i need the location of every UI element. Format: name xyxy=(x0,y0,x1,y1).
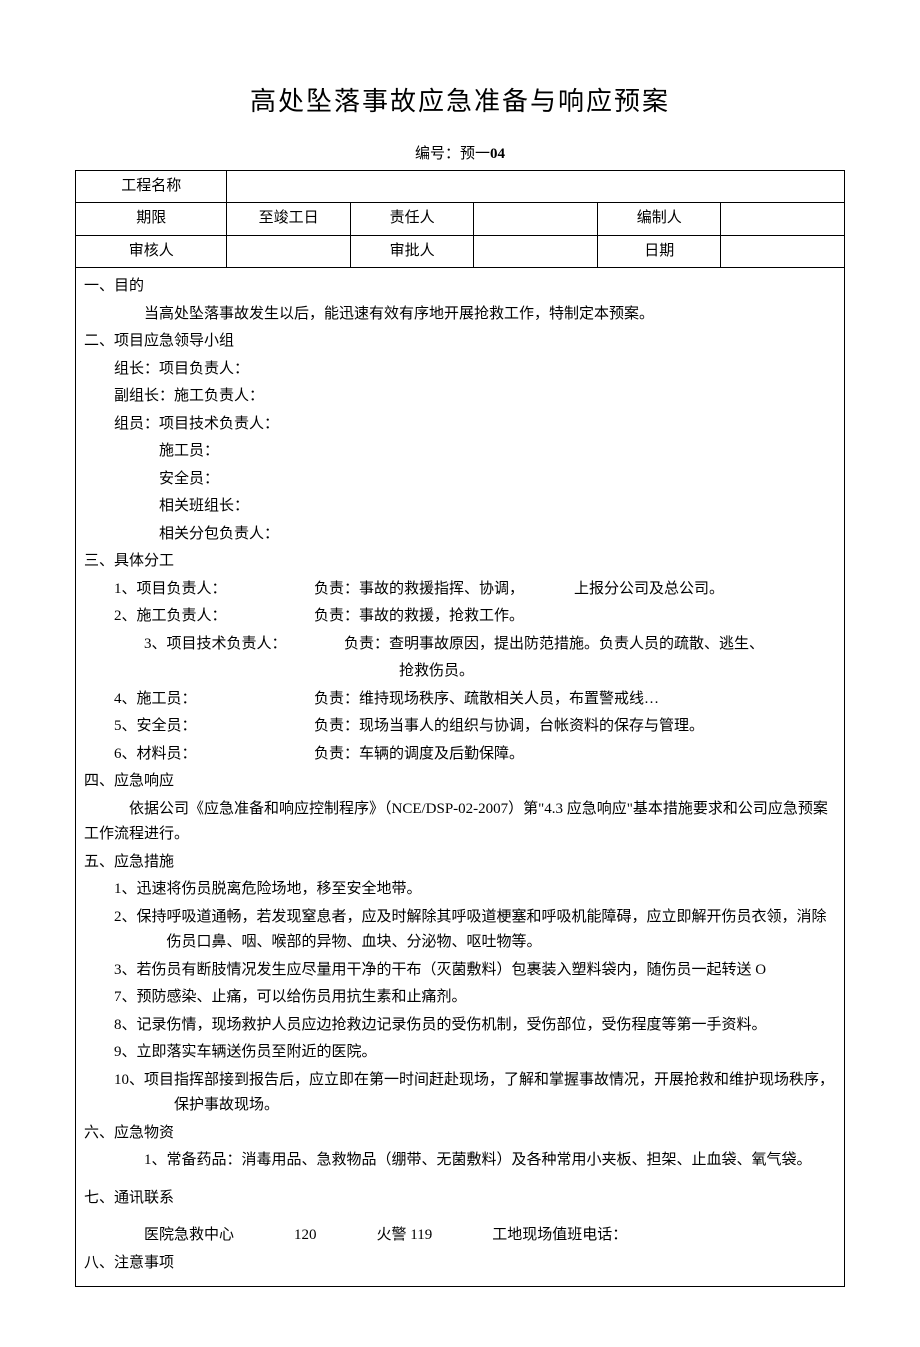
cell-approver-label: 审批人 xyxy=(350,235,474,268)
section-6-heading: 六、应急物资 xyxy=(84,1121,836,1147)
team-deputy: 副组长：施工负责人： xyxy=(84,384,836,410)
section-8-heading: 八、注意事项 xyxy=(84,1251,836,1277)
section-6-text: 1、常备药品：消毒用品、急救物品（绷带、无菌敷料）及各种常用小夹板、担架、止血袋… xyxy=(84,1148,836,1174)
document-title: 高处坠落事故应急准备与响应预案 xyxy=(75,80,845,124)
cell-period-label: 期限 xyxy=(76,203,227,236)
contact-fire: 火警 119 xyxy=(377,1223,433,1249)
table-row: 工程名称 xyxy=(76,170,845,203)
cell-date-label: 日期 xyxy=(597,235,721,268)
team-member-tech: 组员：项目技术负责人： xyxy=(84,412,836,438)
section-7-heading: 七、通讯联系 xyxy=(84,1186,836,1212)
measure-9: 9、立即落实车辆送伤员至附近的医院。 xyxy=(84,1040,836,1066)
document-number: 编号：预一04 xyxy=(75,142,845,168)
contact-hospital-number: 120 xyxy=(294,1223,317,1249)
duty-row-1: 1、项目负责人： 负责：事故的救援指挥、协调， 上报分公司及总公司。 xyxy=(84,577,836,603)
cell-approver-value xyxy=(474,235,598,268)
section-1-text: 当高处坠落事故发生以后，能迅速有效有序地开展抢救工作，特制定本预案。 xyxy=(84,302,836,328)
contact-hospital-label: 医院急救中心 xyxy=(144,1223,234,1249)
cell-period-value: 至竣工日 xyxy=(227,203,351,236)
measure-7: 7、预防感染、止痛，可以给伤员用抗生素和止痛剂。 xyxy=(84,985,836,1011)
duty-4-desc: 负责：维持现场秩序、疏散相关人员，布置警戒线… xyxy=(314,687,836,713)
measure-10: 10、项目指挥部接到报告后，应立即在第一时间赶赴现场，了解和掌握事故情况，开展抢… xyxy=(114,1068,836,1119)
section-2-heading: 二、项目应急领导小组 xyxy=(84,329,836,355)
section-4-text: 依据公司《应急准备和响应控制程序》（NCE/DSP-02-2007）第"4.3 … xyxy=(84,797,836,848)
duty-row-6: 6、材料员： 负责：车辆的调度及后勤保障。 xyxy=(84,742,836,768)
cell-project-name-label: 工程名称 xyxy=(76,170,227,203)
team-member-safety: 安全员： xyxy=(84,467,836,493)
cell-responsible-value xyxy=(474,203,598,236)
duty-3-role: 3、项目技术负责人： xyxy=(144,632,344,658)
section-5-heading: 五、应急措施 xyxy=(84,850,836,876)
cell-reviewer-value xyxy=(227,235,351,268)
cell-project-name-value xyxy=(227,170,845,203)
measure-8: 8、记录伤情，现场救护人员应边抢救边记录伤员的受伤机制，受伤部位，受伤程度等第一… xyxy=(84,1013,836,1039)
duty-5-role: 5、安全员： xyxy=(114,714,314,740)
cell-preparer-label: 编制人 xyxy=(597,203,721,236)
content-body: 一、目的 当高处坠落事故发生以后，能迅速有效有序地开展抢救工作，特制定本预案。 … xyxy=(75,268,845,1287)
duty-row-3: 3、项目技术负责人： 负责：查明事故原因，提出防范措施。负责人员的疏散、逃生、 xyxy=(84,632,836,658)
section-3-heading: 三、具体分工 xyxy=(84,549,836,575)
doc-number-label: 编号：预一 xyxy=(415,146,490,162)
measure-2: 2、保持呼吸道通畅，若发现窒息者，应及时解除其呼吸道梗塞和呼吸机能障碍，应立即解… xyxy=(114,905,836,956)
cell-reviewer-label: 审核人 xyxy=(76,235,227,268)
team-leader: 组长：项目负责人： xyxy=(84,357,836,383)
section-4-heading: 四、应急响应 xyxy=(84,769,836,795)
team-member-group-leader: 相关班组长： xyxy=(84,494,836,520)
table-row: 期限 至竣工日 责任人 编制人 xyxy=(76,203,845,236)
duty-6-desc: 负责：车辆的调度及后勤保障。 xyxy=(314,742,836,768)
team-member-subcontractor: 相关分包负责人： xyxy=(84,522,836,548)
duty-1-role: 1、项目负责人： xyxy=(114,577,314,603)
doc-number-value: 04 xyxy=(490,146,505,162)
duty-1-extra: 上报分公司及总公司。 xyxy=(574,577,724,603)
duty-3-cont: 抢救伤员。 xyxy=(84,659,836,685)
table-row: 审核人 审批人 日期 xyxy=(76,235,845,268)
duty-row-5: 5、安全员： 负责：现场当事人的组织与协调，台帐资料的保存与管理。 xyxy=(84,714,836,740)
contact-site-phone: 工地现场值班电话： xyxy=(492,1223,627,1249)
measure-1: 1、迅速将伤员脱离危险场地，移至安全地带。 xyxy=(84,877,836,903)
section-1-heading: 一、目的 xyxy=(84,274,836,300)
cell-date-value xyxy=(721,235,845,268)
duty-3-desc: 负责：查明事故原因，提出防范措施。负责人员的疏散、逃生、 xyxy=(344,632,836,658)
measure-3: 3、若伤员有断肢情况发生应尽量用干净的干布（灭菌敷料）包裹装入塑料袋内，随伤员一… xyxy=(84,958,836,984)
duty-1-desc: 负责：事故的救援指挥、协调， xyxy=(314,577,574,603)
duty-2-role: 2、施工负责人： xyxy=(114,604,314,630)
team-member-construction: 施工员： xyxy=(84,439,836,465)
contact-row: 医院急救中心 120 火警 119 工地现场值班电话： xyxy=(84,1223,836,1249)
duty-row-2: 2、施工负责人： 负责：事故的救援，抢救工作。 xyxy=(84,604,836,630)
header-table: 工程名称 期限 至竣工日 责任人 编制人 审核人 审批人 日期 xyxy=(75,170,845,269)
duty-5-desc: 负责：现场当事人的组织与协调，台帐资料的保存与管理。 xyxy=(314,714,836,740)
duty-4-role: 4、施工员： xyxy=(114,687,314,713)
duty-6-role: 6、材料员： xyxy=(114,742,314,768)
cell-responsible-label: 责任人 xyxy=(350,203,474,236)
duty-2-desc: 负责：事故的救援，抢救工作。 xyxy=(314,604,836,630)
duty-row-4: 4、施工员： 负责：维持现场秩序、疏散相关人员，布置警戒线… xyxy=(84,687,836,713)
cell-preparer-value xyxy=(721,203,845,236)
